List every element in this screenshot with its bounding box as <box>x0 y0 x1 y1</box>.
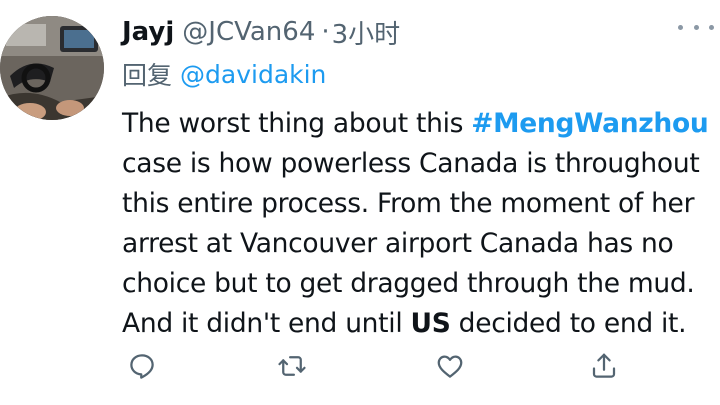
avatar-image <box>0 16 104 120</box>
reply-button[interactable] <box>122 346 162 386</box>
reply-icon <box>130 354 154 379</box>
retweet-icon <box>278 356 306 376</box>
retweet-button[interactable] <box>272 346 312 386</box>
avatar[interactable] <box>0 16 104 120</box>
like-button[interactable] <box>430 346 470 386</box>
heart-icon <box>437 355 463 378</box>
share-icon <box>592 353 616 378</box>
tweet-text-line: And it didn't end until US decided to en… <box>122 304 720 344</box>
separator-dot: · <box>321 17 330 47</box>
replying-to: 回复 @davidakin <box>122 56 326 92</box>
reply-prefix-label: 回复 <box>122 61 173 90</box>
author-display-name[interactable]: Jayj <box>122 17 174 47</box>
more-dot-icon <box>693 24 699 30</box>
author-handle[interactable]: @JCVan64 <box>182 17 315 47</box>
tweet-timestamp[interactable]: 3小时 <box>332 14 401 51</box>
tweet: Jayj @JCVan64 · 3小时 回复 @davidakin The wo… <box>0 0 720 405</box>
tweet-text-line: arrest at Vancouver airport Canada has n… <box>122 228 674 259</box>
tweet-text-segment: And it didn't end until <box>122 308 411 339</box>
share-button[interactable] <box>584 346 624 386</box>
more-dot-icon <box>678 24 683 30</box>
hashtag-link[interactable]: #MengWanzhou <box>471 108 708 139</box>
tweet-text-segment: decided to end it. <box>450 308 687 339</box>
tweet-actions <box>122 346 622 386</box>
tweet-text-bold: US <box>410 308 451 339</box>
tweet-text: The worst thing about this #MengWanzhou … <box>122 104 720 344</box>
reply-mention-link[interactable]: @davidakin <box>180 60 326 89</box>
tweet-text-line: this entire process. From the moment of … <box>122 188 695 219</box>
tweet-text-segment: The worst thing about this <box>122 108 472 139</box>
tweet-text-line: choice but to get dragged through the mu… <box>122 268 695 299</box>
more-dot-icon <box>709 24 714 30</box>
more-options-button[interactable] <box>678 14 714 40</box>
tweet-text-line: case is how powerless Canada is througho… <box>122 148 700 179</box>
tweet-header: Jayj @JCVan64 · 3小时 <box>122 12 720 52</box>
tweet-text-line: The worst thing about this #MengWanzhou <box>122 104 720 144</box>
